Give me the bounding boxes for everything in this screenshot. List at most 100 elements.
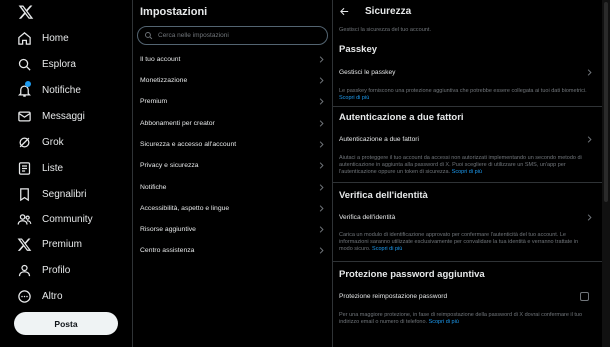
identity-verification-row[interactable]: Verifica dell'identità — [333, 207, 593, 228]
security-column: Sicurezza Gestisci la sicurezza del tuo … — [333, 0, 602, 347]
menu-item-accessibility[interactable]: Accessibilità, aspetto e lingue — [133, 198, 332, 219]
menu-item-label: Abbonamenti per creator — [140, 120, 215, 127]
manage-passkeys-row[interactable]: Gestisci le passkey — [333, 62, 593, 83]
back-arrow-icon[interactable] — [339, 6, 350, 17]
chevron-right-icon — [319, 56, 324, 63]
password-reset-protection-row[interactable]: Protezione reimpostazione password — [333, 286, 593, 307]
nav-messages[interactable]: Messaggi — [16, 105, 85, 127]
menu-item-label: Centro assistenza — [140, 247, 195, 254]
chevron-right-icon — [319, 226, 324, 233]
twofa-row[interactable]: Autenticazione a due fattori — [333, 129, 593, 150]
left-navigation: Home Esplora Notifiche Messaggi Grok Lis… — [0, 0, 132, 347]
nav-label: Community — [42, 213, 93, 225]
bookmark-icon — [16, 186, 32, 202]
nav-notifications[interactable]: Notifiche — [16, 79, 81, 101]
chevron-right-icon — [319, 120, 324, 127]
nav-community[interactable]: Community — [16, 208, 93, 230]
chevron-right-icon — [587, 136, 592, 143]
list-icon — [16, 160, 32, 176]
x-logo-icon[interactable] — [18, 4, 34, 22]
nav-label: Grok — [42, 136, 64, 148]
password-reset-checkbox[interactable] — [580, 292, 589, 301]
section-divider — [333, 106, 602, 107]
mail-icon — [16, 108, 32, 124]
nav-grok[interactable]: Grok — [16, 131, 64, 153]
menu-item-label: Sicurezza e accesso all'account — [140, 141, 237, 148]
twofa-description: Aiutaci a proteggere il tuo account da a… — [339, 155, 582, 176]
chevron-right-icon — [319, 98, 324, 105]
nav-bookmarks[interactable]: Segnalibri — [16, 183, 86, 205]
section-subtitle: Gestisci la sicurezza del tuo account. — [339, 27, 432, 33]
row-label: Autenticazione a due fattori — [339, 136, 419, 143]
section-divider — [333, 182, 602, 183]
nav-profile[interactable]: Profilo — [16, 259, 70, 281]
nav-label: Notifiche — [42, 84, 81, 96]
scrollbar[interactable] — [602, 0, 610, 347]
nav-label: Home — [42, 32, 69, 44]
section-title: Sicurezza — [365, 6, 412, 17]
nav-label: Premium — [42, 238, 83, 250]
learn-more-link[interactable]: Scopri di più — [429, 319, 459, 325]
menu-item-security[interactable]: Sicurezza e accesso all'account — [133, 134, 332, 155]
passkey-description: Le passkey forniscono una protezione agg… — [339, 88, 587, 102]
chevron-right-icon — [319, 141, 324, 148]
more-icon — [16, 288, 32, 304]
home-icon — [16, 30, 32, 46]
menu-item-account[interactable]: Il tuo account — [133, 49, 332, 70]
nav-premium[interactable]: Premium — [16, 233, 82, 255]
community-icon — [16, 211, 32, 227]
menu-item-label: Accessibilità, aspetto e lingue — [140, 205, 230, 212]
menu-item-help-center[interactable]: Centro assistenza — [133, 240, 332, 261]
passkey-heading: Passkey — [339, 44, 378, 55]
page-title: Impostazioni — [140, 6, 208, 18]
chevron-right-icon — [319, 77, 324, 84]
learn-more-link[interactable]: Scopri di più — [452, 169, 482, 175]
learn-more-link[interactable]: Scopri di più — [339, 95, 369, 101]
row-label: Protezione reimpostazione password — [339, 293, 448, 300]
password-protection-heading: Protezione password aggiuntiva — [339, 269, 485, 280]
notification-dot — [25, 81, 31, 87]
nav-home[interactable]: Home — [16, 27, 69, 49]
learn-more-link[interactable]: Scopri di più — [372, 246, 402, 252]
menu-item-privacy[interactable]: Privacy e sicurezza — [133, 155, 332, 176]
scrollbar-thumb[interactable] — [604, 2, 608, 202]
x-logo-icon — [16, 236, 32, 252]
menu-item-label: Premium — [140, 98, 168, 105]
row-label: Gestisci le passkey — [339, 69, 396, 76]
settings-column: Impostazioni Il tuo account Monetizzazio… — [133, 0, 332, 347]
nav-label: Liste — [42, 162, 64, 174]
menu-item-label: Il tuo account — [140, 56, 181, 63]
menu-item-creator-subscriptions[interactable]: Abbonamenti per creator — [133, 113, 332, 134]
nav-label: Messaggi — [42, 110, 85, 122]
row-label: Verifica dell'identità — [339, 214, 396, 221]
menu-item-label: Privacy e sicurezza — [140, 162, 199, 169]
search-input[interactable] — [158, 32, 318, 39]
nav-label: Segnalibri — [42, 188, 87, 200]
menu-item-premium[interactable]: Premium — [133, 91, 332, 112]
chevron-right-icon — [587, 214, 592, 221]
identity-heading: Verifica dell'identità — [339, 190, 428, 201]
nav-lists[interactable]: Liste — [16, 157, 63, 179]
grok-icon — [16, 134, 32, 150]
menu-item-notifications[interactable]: Notifiche — [133, 177, 332, 198]
nav-label: Profilo — [42, 264, 71, 276]
search-icon — [16, 56, 32, 72]
post-button[interactable]: Posta — [14, 312, 118, 335]
search-box[interactable] — [137, 26, 328, 45]
chevron-right-icon — [587, 69, 592, 76]
chevron-right-icon — [319, 184, 324, 191]
nav-label: Esplora — [42, 58, 76, 70]
menu-item-label: Risorse aggiuntive — [140, 226, 196, 233]
search-icon — [144, 27, 153, 45]
nav-explore[interactable]: Esplora — [16, 53, 76, 75]
nav-more[interactable]: Altro — [16, 285, 63, 307]
menu-item-label: Monetizzazione — [140, 77, 188, 84]
menu-item-resources[interactable]: Risorse aggiuntive — [133, 219, 332, 240]
bell-icon — [16, 81, 32, 98]
twofa-heading: Autenticazione a due fattori — [339, 112, 464, 123]
menu-item-label: Notifiche — [140, 184, 167, 191]
password-protection-description: Per una maggiore protezione, in fase di … — [339, 312, 583, 326]
menu-item-monetization[interactable]: Monetizzazione — [133, 70, 332, 91]
nav-label: Altro — [42, 290, 63, 302]
section-divider — [333, 261, 602, 262]
